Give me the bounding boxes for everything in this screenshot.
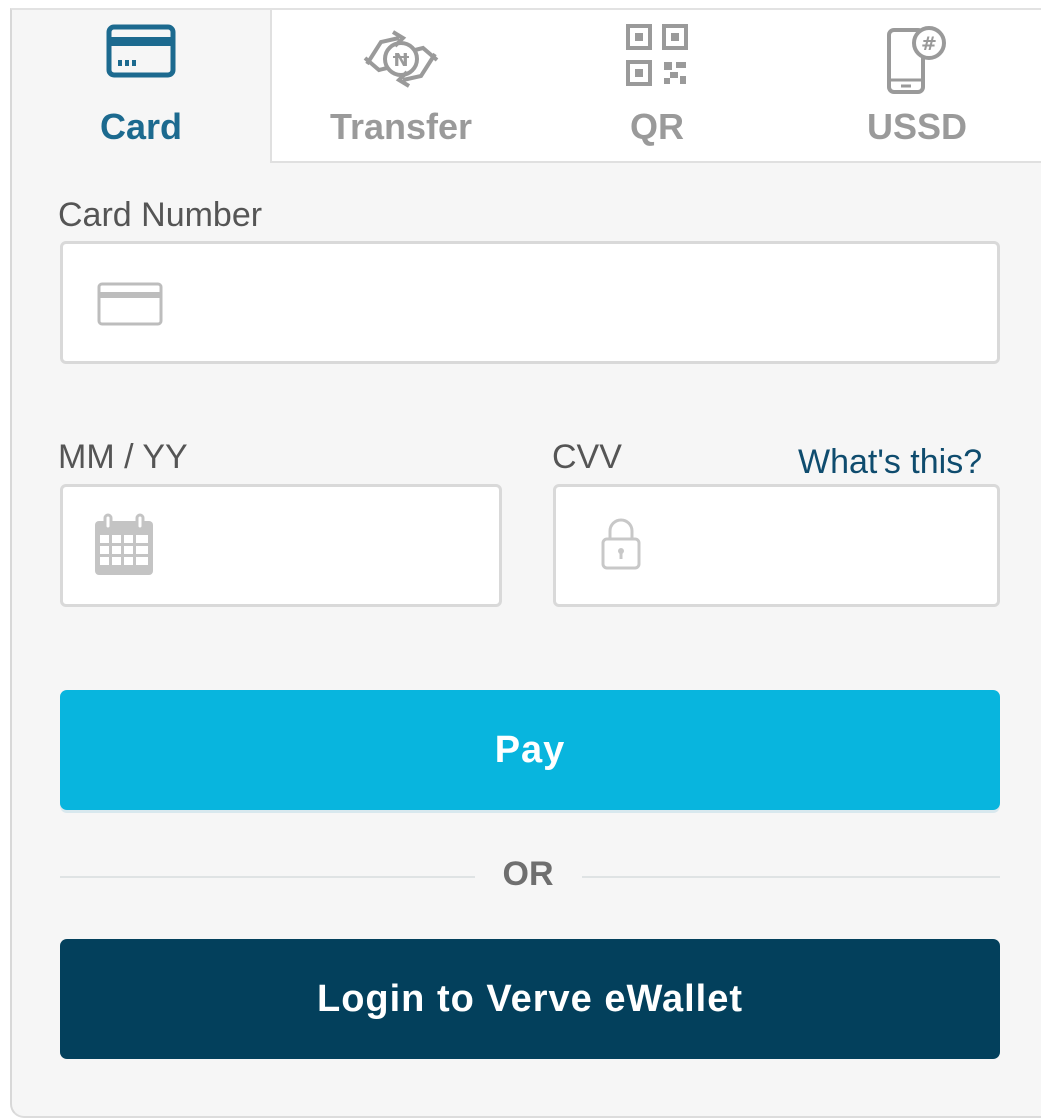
cvv-label: CVV: [552, 438, 622, 476]
naira-transfer-icon: N: [359, 24, 443, 99]
payment-method-tabs: Card N Transfer QR # USSD: [12, 10, 1041, 164]
card-number-input[interactable]: [183, 244, 977, 363]
cvv-field[interactable]: [553, 484, 1000, 607]
lock-icon: [600, 517, 642, 576]
payment-panel: Card N Transfer QR # USSD Card Number MM…: [10, 8, 1041, 1118]
phone-hash-icon: #: [885, 24, 949, 101]
svg-text:#: #: [921, 33, 937, 55]
login-verve-ewallet-button[interactable]: Login to Verve eWallet: [60, 939, 1000, 1059]
calendar-icon: [93, 513, 155, 582]
tab-card-label: Card: [99, 106, 183, 147]
or-divider-label: OR: [502, 855, 554, 893]
cvv-help-link[interactable]: What's this?: [798, 443, 982, 482]
card-number-label: Card Number: [58, 196, 263, 234]
card-number-field[interactable]: [60, 241, 1000, 364]
tab-transfer-label: Transfer: [329, 106, 473, 147]
pay-button[interactable]: Pay: [60, 690, 1000, 810]
tab-qr[interactable]: QR: [532, 10, 782, 160]
expiry-label: MM / YY: [58, 438, 188, 476]
expiry-input[interactable]: [183, 487, 479, 606]
divider-line-left: [60, 876, 475, 878]
tab-card[interactable]: Card: [12, 10, 270, 160]
tab-ussd-label: USSD: [866, 106, 968, 147]
tab-transfer[interactable]: N Transfer: [270, 10, 532, 160]
cvv-input[interactable]: [676, 487, 977, 606]
divider-line-right: [582, 876, 1000, 878]
tab-qr-label: QR: [630, 106, 684, 147]
credit-card-icon: [106, 24, 176, 85]
svg-text:N: N: [393, 50, 408, 71]
card-outline-icon: [97, 282, 163, 331]
tab-ussd[interactable]: # USSD: [782, 10, 1041, 160]
expiry-field[interactable]: [60, 484, 502, 607]
qr-code-icon: [626, 24, 688, 91]
